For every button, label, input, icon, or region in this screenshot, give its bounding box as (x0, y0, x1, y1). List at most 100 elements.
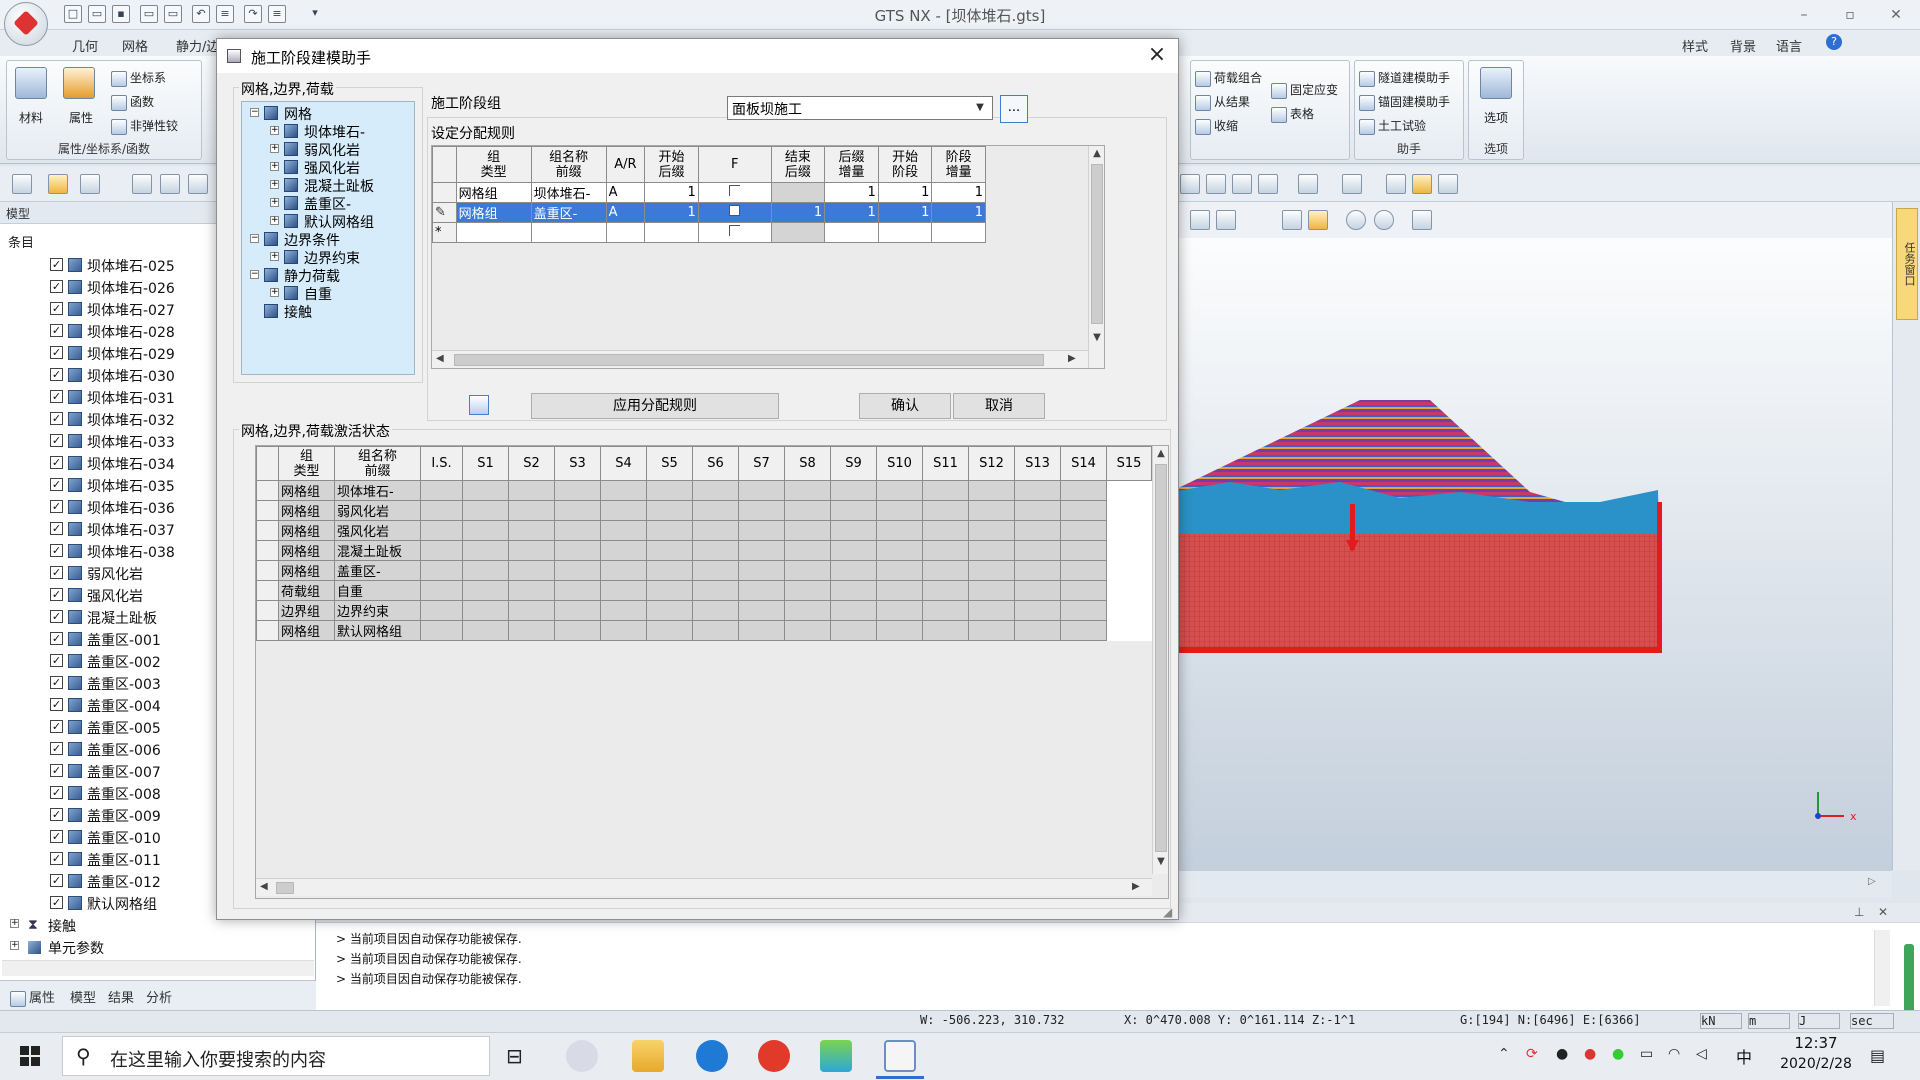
stage-cell[interactable] (784, 540, 831, 561)
f-checkbox-cell[interactable] (697, 222, 772, 243)
stage-cell[interactable] (738, 520, 785, 541)
function-button[interactable]: 函数 (111, 93, 154, 111)
expand-icon[interactable]: + (10, 919, 19, 928)
stage-cell[interactable] (830, 500, 877, 521)
stage-cell[interactable] (876, 500, 923, 521)
from-result-button[interactable]: 从结果 (1195, 93, 1250, 111)
checkbox[interactable] (729, 185, 741, 196)
task-window-tab[interactable]: 任务窗口 (1896, 208, 1918, 320)
stage-cell[interactable] (784, 500, 831, 521)
shade-icon[interactable] (1386, 174, 1406, 194)
ok-button[interactable]: 确认 (859, 393, 951, 419)
stage-cell[interactable] (784, 520, 831, 541)
rule-cell-prefix[interactable]: 盖重区- (530, 202, 607, 223)
column-header[interactable]: 后缀 增量 (824, 146, 879, 183)
rules-hscrollbar[interactable]: ◀ ▶ (432, 350, 1088, 368)
task-view-icon[interactable]: ⊟ (506, 1044, 523, 1068)
row-header[interactable] (432, 182, 457, 203)
tree-node-mesh-item[interactable]: + 默认网格组 (242, 212, 414, 231)
stage-cell[interactable] (1060, 620, 1107, 641)
stage-cell[interactable] (600, 620, 647, 641)
checkbox[interactable]: ✓ (50, 544, 63, 557)
stage-cell[interactable] (968, 540, 1015, 561)
stage-cell[interactable] (1014, 580, 1061, 601)
tree-node-mesh-item[interactable]: + 坝体堆石- (242, 122, 414, 141)
stage-cell[interactable] (876, 520, 923, 541)
checkbox[interactable]: ✓ (50, 522, 63, 535)
stage-cell[interactable] (692, 540, 739, 561)
stage-cell[interactable] (508, 540, 555, 561)
dialog-close-icon[interactable]: × (1139, 41, 1175, 71)
app-icon[interactable] (566, 1040, 598, 1072)
checkbox[interactable]: ✓ (50, 588, 63, 601)
stage-cell[interactable] (646, 480, 693, 501)
stage-cell[interactable] (738, 500, 785, 521)
tab-mesh[interactable]: 网格 (122, 36, 148, 55)
stage-cell[interactable] (738, 540, 785, 561)
stage-cell[interactable] (646, 580, 693, 601)
close-button[interactable]: ✕ (1881, 4, 1911, 26)
minimize-button[interactable]: – (1789, 4, 1819, 26)
shade-active-icon[interactable] (1412, 174, 1432, 194)
stage-cell[interactable] (692, 480, 739, 501)
filter-icon[interactable] (1308, 210, 1328, 230)
media-player-icon[interactable] (820, 1040, 852, 1072)
row-header[interactable] (256, 560, 279, 581)
stage-cell[interactable] (784, 560, 831, 581)
rule-cell-prefix[interactable]: 坝体堆石- (530, 182, 607, 203)
column-header[interactable]: S1 (462, 446, 509, 481)
activation-row[interactable]: 荷载组 自重 (256, 580, 1152, 601)
unit-force-select[interactable]: kN (1700, 1013, 1742, 1029)
stage-cell[interactable] (784, 600, 831, 621)
unit-time-select[interactable]: sec (1850, 1013, 1894, 1029)
tree-node-boundary[interactable]: − 边界条件 (242, 230, 414, 249)
rule-cell-ar[interactable]: A (605, 202, 646, 223)
pin-panel-icon[interactable]: ⊥ (1854, 905, 1864, 919)
column-header[interactable]: S4 (600, 446, 647, 481)
row-header[interactable] (256, 500, 279, 521)
dialog-tree[interactable]: − 网格 + 坝体堆石- + 弱风化岩 + 强风化岩 + 混凝土趾板 + 盖重区- + 默认网格组 − 边界条… (241, 101, 415, 375)
edge-icon[interactable] (696, 1040, 728, 1072)
stage-cell[interactable] (968, 500, 1015, 521)
rule-cell-ar[interactable]: A (605, 182, 646, 203)
checkbox[interactable]: ✓ (50, 852, 63, 865)
stage-cell[interactable] (1060, 600, 1107, 621)
stage-cell[interactable] (462, 500, 509, 521)
checkbox[interactable]: ✓ (50, 368, 63, 381)
row-header[interactable] (256, 620, 279, 641)
resize-grip-icon[interactable]: ◢ (1163, 905, 1172, 919)
file-explorer-icon[interactable] (632, 1040, 664, 1072)
transparency-icon[interactable] (1438, 174, 1458, 194)
column-header[interactable]: S6 (692, 446, 739, 481)
apply-rules-button[interactable]: 应用分配规则 (531, 393, 779, 419)
restore-button[interactable]: ▫ (1835, 4, 1865, 26)
rule-cell-stage[interactable]: 1 (877, 182, 933, 203)
stage-cell[interactable] (646, 520, 693, 541)
rule-cell-type[interactable]: 网格组 (455, 182, 532, 203)
stage-cell[interactable] (1014, 560, 1061, 581)
mesh-view-icon[interactable] (1342, 174, 1362, 194)
chevron-down-icon[interactable]: ▼ (969, 97, 991, 119)
column-header[interactable]: 组类型 (455, 146, 532, 183)
stage-cell[interactable] (876, 480, 923, 501)
tree-node-elem-param[interactable]: + 单元参数 (0, 936, 316, 958)
tree-node-mesh-item[interactable]: + 弱风化岩 (242, 140, 414, 159)
stage-cell[interactable] (646, 600, 693, 621)
rule-cell-stage_inc[interactable] (931, 222, 986, 243)
stage-cell[interactable] (420, 600, 463, 621)
anchor-helper-button[interactable]: 锚固建模助手 (1359, 93, 1450, 111)
tab-analysis[interactable]: 分析 (146, 987, 172, 1006)
unselect-icon[interactable] (1282, 210, 1302, 230)
checkbox[interactable]: ✓ (50, 676, 63, 689)
stage-cell[interactable] (646, 620, 693, 641)
new-rule-row[interactable]: * (432, 222, 986, 243)
rule-cell-inc[interactable]: 1 (824, 182, 879, 203)
stage-cell[interactable] (508, 620, 555, 641)
stage-cell[interactable] (968, 480, 1015, 501)
stage-cell[interactable] (738, 480, 785, 501)
expand-icon[interactable]: + (270, 252, 279, 261)
qq-icon[interactable]: ● (1584, 1046, 1596, 1062)
rule-cell-stage_inc[interactable]: 1 (931, 202, 986, 223)
stage-cell[interactable] (922, 480, 969, 501)
stage-cell[interactable] (600, 500, 647, 521)
